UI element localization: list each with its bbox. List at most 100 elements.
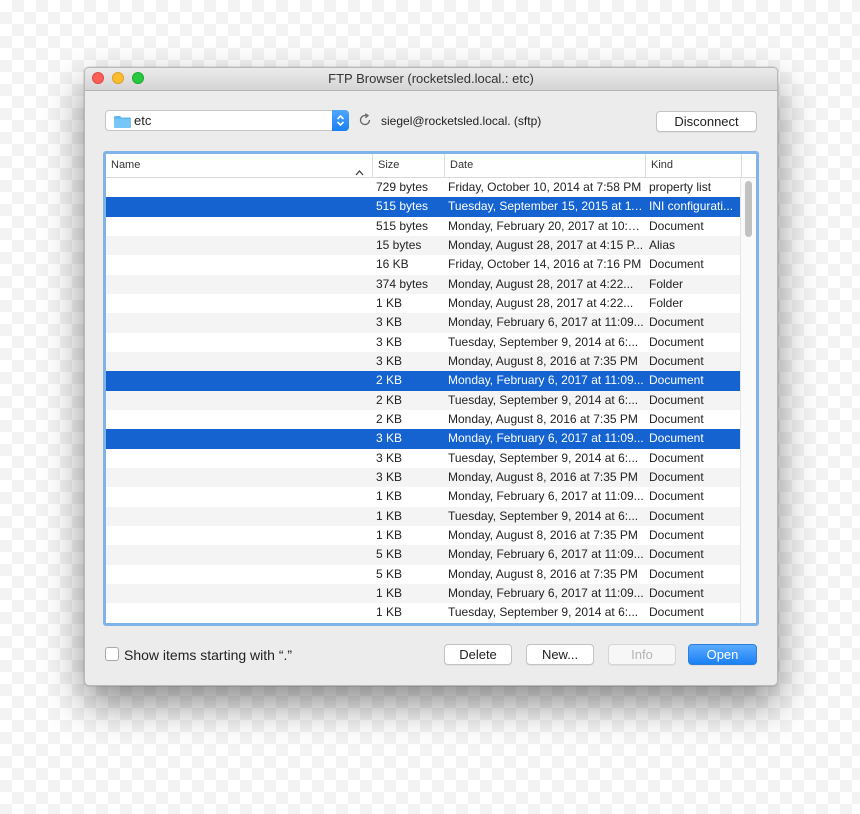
row-date: Monday, February 6, 2017 at 11:09... (448, 373, 644, 388)
table-row[interactable]: aliases.db16 KBFriday, October 14, 2016 … (106, 255, 756, 274)
info-button[interactable]: Info (608, 644, 676, 665)
row-size: 5 KB (376, 566, 403, 581)
row-kind: Document (649, 469, 704, 484)
row-size: 1 KB (376, 605, 403, 620)
row-kind: Document (649, 508, 704, 523)
row-date: Monday, February 6, 2017 at 11:09... (448, 431, 644, 446)
row-kind: Document (649, 315, 704, 330)
row-size: 3 KB (376, 353, 403, 368)
row-size: 3 KB (376, 450, 403, 465)
row-kind: Document (649, 450, 704, 465)
title-bar[interactable]: FTP Browser (rocketsled.local.: etc) (85, 68, 777, 91)
row-kind: Folder (649, 276, 684, 291)
row-kind: Document (649, 431, 704, 446)
chevron-updown-icon[interactable] (332, 110, 349, 131)
new-button[interactable]: New... (526, 644, 594, 665)
table-row[interactable]: httpd-autoindex.conf~previous3 KBMonday,… (106, 351, 756, 372)
row-kind: property list (649, 180, 712, 194)
toolbar: etc siegel@rocketsled.local. (sftp) Disc… (105, 110, 757, 134)
row-kind: Document (649, 547, 704, 562)
row-kind: Document (649, 353, 704, 368)
row-date: Monday, August 8, 2016 at 7:35 PM (448, 353, 638, 368)
delete-button[interactable]: Delete (444, 644, 512, 665)
column-header-kind[interactable]: Kind (646, 154, 742, 177)
row-size: 729 bytes (376, 180, 429, 194)
row-size: 2 KB (376, 411, 403, 426)
scrollbar-thumb[interactable] (745, 181, 752, 237)
row-kind: Document (649, 527, 704, 542)
folder-icon (114, 115, 131, 133)
row-date: Monday, August 8, 2016 at 7:35 PM (448, 469, 638, 484)
vertical-scrollbar[interactable] (740, 178, 756, 623)
row-date: Friday, October 14, 2016 at 7:16 PM (448, 257, 642, 272)
disconnect-button[interactable]: Disconnect (656, 111, 757, 132)
window-title: FTP Browser (rocketsled.local.: etc) (328, 71, 534, 86)
table-row[interactable]: httpd-info.conf~orig1 KBTuesday, Septemb… (106, 506, 756, 526)
column-header-size[interactable]: Size (373, 154, 445, 177)
path-popup-label: etc (134, 113, 152, 128)
row-kind: Document (649, 218, 704, 233)
refresh-icon[interactable] (358, 113, 372, 132)
row-size: 3 KB (376, 334, 403, 349)
row-date: Monday, February 6, 2017 at 11:09... (448, 585, 644, 600)
row-date: Monday, August 28, 2017 at 4:15 P... (448, 237, 644, 252)
row-date: Monday, August 8, 2016 at 7:35 PM (448, 566, 638, 581)
table-row[interactable]: httpd-default.conf3 KBMonday, February 6… (106, 429, 756, 449)
table-row[interactable]: httpd-autoindex.conf~orig3 KBTuesday, Se… (106, 333, 756, 352)
row-size: 374 bytes (376, 276, 429, 291)
table-row[interactable]: extra1 KBMonday, August 28, 2017 at 4:22… (106, 294, 756, 313)
row-kind: Document (649, 392, 704, 407)
row-kind: Document (649, 489, 704, 504)
row-kind: INI configurati... (649, 199, 734, 214)
row-size: 15 bytes (376, 237, 422, 252)
open-button[interactable]: Open (688, 644, 757, 665)
table-row[interactable]: httpd-default.conf~orig3 KBTuesday, Sept… (106, 449, 756, 468)
row-size: 5 KB (376, 547, 403, 562)
row-date: Monday, August 8, 2016 at 7:35 PM (448, 411, 638, 426)
table-row[interactable]: httpd-dav.conf~orig2 KBTuesday, Septembe… (106, 390, 756, 410)
row-date: Monday, February 6, 2017 at 11:09... (448, 547, 644, 562)
column-header-date-label: Date (450, 159, 474, 171)
row-size: 1 KB (376, 508, 403, 523)
table-row[interactable]: httpd-info.conf1 KBMonday, February 6, 2… (106, 487, 756, 506)
table-row[interactable]: httpd-default.conf~previous3 KBMonday, A… (106, 467, 756, 488)
row-kind: Document (649, 605, 704, 620)
row-kind: Document (649, 257, 704, 272)
column-header-size-label: Size (378, 159, 400, 171)
show-hidden-checkbox[interactable] (105, 647, 119, 661)
table-row[interactable]: httpd-languages.conf~previous5 KBMonday,… (106, 565, 756, 584)
row-date: Monday, February 6, 2017 at 11:09... (448, 315, 644, 330)
column-header-kind-label: Kind (651, 159, 674, 171)
row-date: Monday, August 28, 2017 at 4:22... (448, 276, 634, 291)
show-hidden-label[interactable]: Show items starting with “.” (124, 647, 292, 663)
table-row[interactable]: httpd-manual.conf1 KBMonday, February 6,… (106, 583, 756, 604)
column-header-name-label: Name (111, 159, 141, 171)
row-kind: Alias (649, 237, 676, 252)
table-row[interactable]: afpovertcp.cfg~orig515 bytesMonday, Febr… (106, 217, 756, 236)
table-row[interactable]: afpovertcp.cfg515 bytesTuesday, Septembe… (106, 197, 756, 217)
table-row[interactable]: apache2374 bytesMonday, August 28, 2017 … (106, 274, 756, 294)
table-row[interactable]: af.plist729 bytesFriday, October 10, 201… (106, 178, 756, 197)
table-row[interactable]: httpd-info.conf~previous1 KBMonday, Augu… (106, 526, 756, 545)
path-popup[interactable]: etc (105, 110, 349, 131)
row-date: Monday, August 8, 2016 at 7:35 PM (448, 527, 638, 542)
table-row[interactable]: httpd-autoindex.conf3 KBMonday, February… (106, 313, 756, 333)
table-row[interactable]: httpd-dav.conf2 KBMonday, February 6, 20… (106, 371, 756, 391)
row-date: Tuesday, September 9, 2014 at 6:... (448, 450, 639, 465)
table-row[interactable]: httpd-languages.conf5 KBMonday, February… (106, 545, 756, 565)
row-kind: Document (649, 373, 704, 388)
table-rows: af.plist729 bytesFriday, October 10, 201… (106, 178, 756, 623)
table-row[interactable]: aliases15 bytesMonday, August 28, 2017 a… (106, 235, 756, 256)
column-header-date[interactable]: Date (445, 154, 646, 177)
column-header-name[interactable]: Name (106, 154, 373, 177)
table-row[interactable]: httpd-manual.conf~orig1 KBTuesday, Septe… (106, 603, 756, 622)
file-table[interactable]: Name Size Date Kind af.plist729 bytesFri… (103, 151, 759, 626)
row-date: Tuesday, September 9, 2014 at 6:... (448, 605, 639, 620)
table-row[interactable]: httpd-dav.conf~previous2 KBMonday, Augus… (106, 410, 756, 429)
row-kind: Document (649, 585, 704, 600)
row-date: Tuesday, September 15, 2015 at 11... (448, 199, 644, 214)
row-size: 1 KB (376, 295, 403, 310)
row-size: 3 KB (376, 315, 403, 330)
row-kind: Document (649, 566, 704, 581)
footer-bar: Show items starting with “.” Delete New.… (105, 642, 757, 666)
